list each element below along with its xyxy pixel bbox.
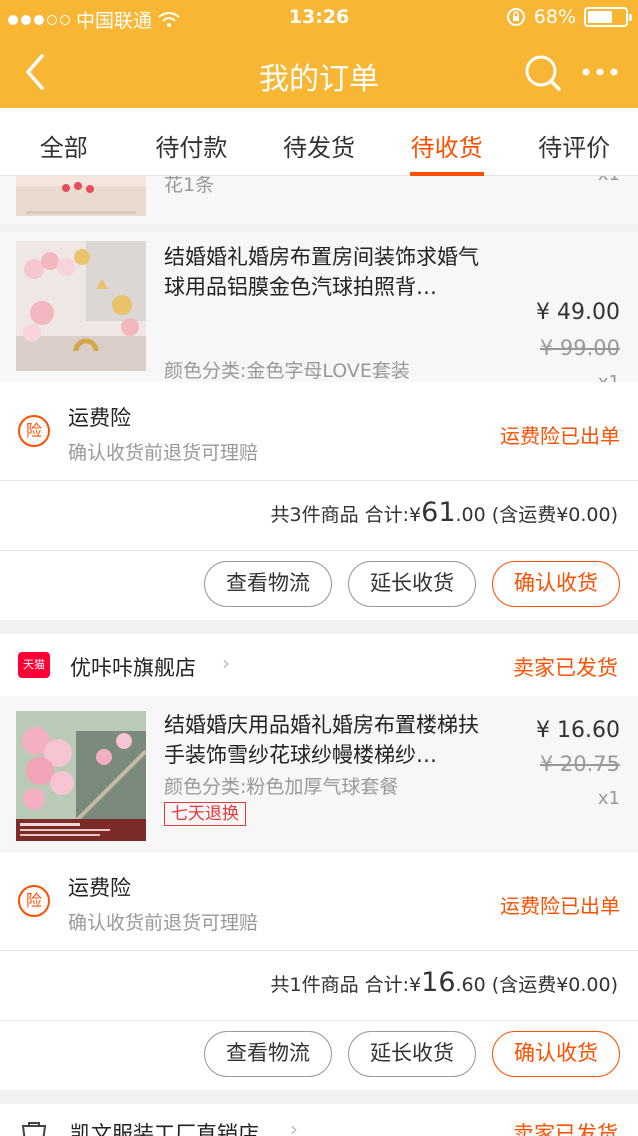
product-sku: 颜色分类:金色字母LOVE套装 (164, 360, 410, 382)
insurance-title: 运费险 (68, 876, 131, 900)
insurance-status: 运费险已出单 (500, 424, 620, 448)
header: 中国联通 13:26 68% 我的订单 (0, 0, 638, 108)
product-sku: 花1条 (164, 176, 215, 196)
summary-amount-dec: .00 (455, 504, 486, 526)
product-title: 结婚婚庆用品婚礼婚房布置楼梯扶手装饰雪纱花球纱幔楼梯纱… (164, 713, 479, 767)
battery-label: 68% (533, 6, 576, 28)
summary-prefix: 共3件商品 合计:¥ (270, 504, 422, 526)
insurance-title: 运费险 (68, 406, 131, 430)
order-tabs: 全部 待付款 待发货 待收货 待评价 (0, 108, 638, 176)
app-root: 中国联通 13:26 68% 我的订单 全部 待付款 待发货 待收货 待评价 花… (0, 0, 638, 1136)
shop-header[interactable]: 天猫 优咔咔旗舰店 › 卖家已发货 (0, 634, 638, 696)
product-qty: x1 (597, 788, 620, 809)
insurance-status: 运费险已出单 (500, 894, 620, 918)
product-price: ¥ 16.60 (536, 718, 620, 743)
order-status: 卖家已发货 (513, 1122, 618, 1136)
seven-day-return-badge: 七天退换 (164, 802, 246, 826)
product-original-price: ¥ 99.00 (539, 336, 620, 360)
order-summary: 共1件商品 合计:¥16.60 (含运费¥0.00) (0, 950, 638, 1020)
product-price: ¥ 49.00 (536, 300, 620, 325)
shipping-insurance[interactable]: 险 运费险 确认收货前退货可理赔 运费险已出单 (0, 852, 638, 950)
order-status: 卖家已发货 (513, 656, 618, 680)
search-icon[interactable] (524, 54, 562, 92)
product-sku: 颜色分类:粉色加厚气球套餐 (164, 776, 399, 798)
nav-bar: 我的订单 (0, 36, 638, 108)
tmall-logo-icon: 天猫 (18, 652, 50, 678)
confirm-receipt-button[interactable]: 确认收货 (492, 1031, 620, 1077)
list-item[interactable]: 结婚婚庆用品婚礼婚房布置楼梯扶手装饰雪纱花球纱幔楼梯纱… 颜色分类:粉色加厚气球… (0, 696, 638, 850)
tab-all[interactable]: 全部 (0, 108, 128, 175)
order-summary: 共3件商品 合计:¥61.00 (含运费¥0.00) (0, 480, 638, 550)
view-logistics-button[interactable]: 查看物流 (204, 1031, 332, 1077)
insurance-subtitle: 确认收货前退货可理赔 (68, 442, 259, 464)
extend-receipt-button[interactable]: 延长收货 (348, 561, 476, 607)
order-list: 花1条 x1 结婚婚礼婚房布置房间装饰求婚气球用品铝膜金色汽球拍照背… (0, 176, 638, 1136)
summary-prefix: 共1件商品 合计:¥ (270, 974, 422, 996)
insurance-subtitle: 确认收货前退货可理赔 (68, 912, 259, 934)
list-item[interactable]: 结婚婚礼婚房布置房间装饰求婚气球用品铝膜金色汽球拍照背… 颜色分类:金色字母LO… (0, 232, 638, 393)
product-image (16, 176, 146, 216)
battery-icon (584, 7, 632, 27)
shop-icon (21, 1122, 47, 1136)
order-actions: 查看物流 延长收货 确认收货 (0, 550, 638, 620)
tab-pending-payment[interactable]: 待付款 (128, 108, 256, 175)
summary-amount-dec: .60 (455, 974, 486, 996)
summary-amount-int: 61 (421, 497, 456, 528)
shop-name: 优咔咔旗舰店 (70, 656, 196, 680)
product-original-price: ¥ 20.75 (539, 752, 620, 776)
chevron-right-icon: › (222, 651, 230, 675)
order-actions: 查看物流 延长收货 确认收货 (0, 1020, 638, 1090)
summary-shipping: (含运费¥0.00) (491, 974, 618, 996)
product-qty: x1 (598, 176, 620, 185)
confirm-receipt-button[interactable]: 确认收货 (492, 561, 620, 607)
tab-pending-shipment[interactable]: 待发货 (255, 108, 383, 175)
insurance-icon: 险 (18, 415, 50, 447)
product-image (16, 711, 146, 841)
chevron-right-icon: › (290, 1117, 298, 1136)
product-title: 结婚婚礼婚房布置房间装饰求婚气球用品铝膜金色汽球拍照背… (164, 245, 479, 299)
tab-pending-review[interactable]: 待评价 (510, 108, 638, 175)
insurance-icon: 险 (18, 885, 50, 917)
summary-amount-int: 16 (421, 967, 456, 998)
status-bar: 中国联通 13:26 68% (0, 0, 638, 36)
more-icon[interactable] (580, 62, 620, 82)
product-image (16, 241, 146, 371)
shop-header[interactable]: 凯文服装工厂直销店 › 卖家已发货 (0, 1104, 638, 1136)
extend-receipt-button[interactable]: 延长收货 (348, 1031, 476, 1077)
shop-name: 凯文服装工厂直销店 (70, 1122, 259, 1136)
shipping-insurance[interactable]: 险 运费险 确认收货前退货可理赔 运费险已出单 (0, 382, 638, 480)
tab-pending-receipt[interactable]: 待收货 (383, 108, 511, 175)
view-logistics-button[interactable]: 查看物流 (204, 561, 332, 607)
list-item[interactable]: 花1条 x1 (0, 176, 638, 224)
summary-shipping: (含运费¥0.00) (491, 504, 618, 526)
rotation-lock-icon (506, 8, 525, 26)
